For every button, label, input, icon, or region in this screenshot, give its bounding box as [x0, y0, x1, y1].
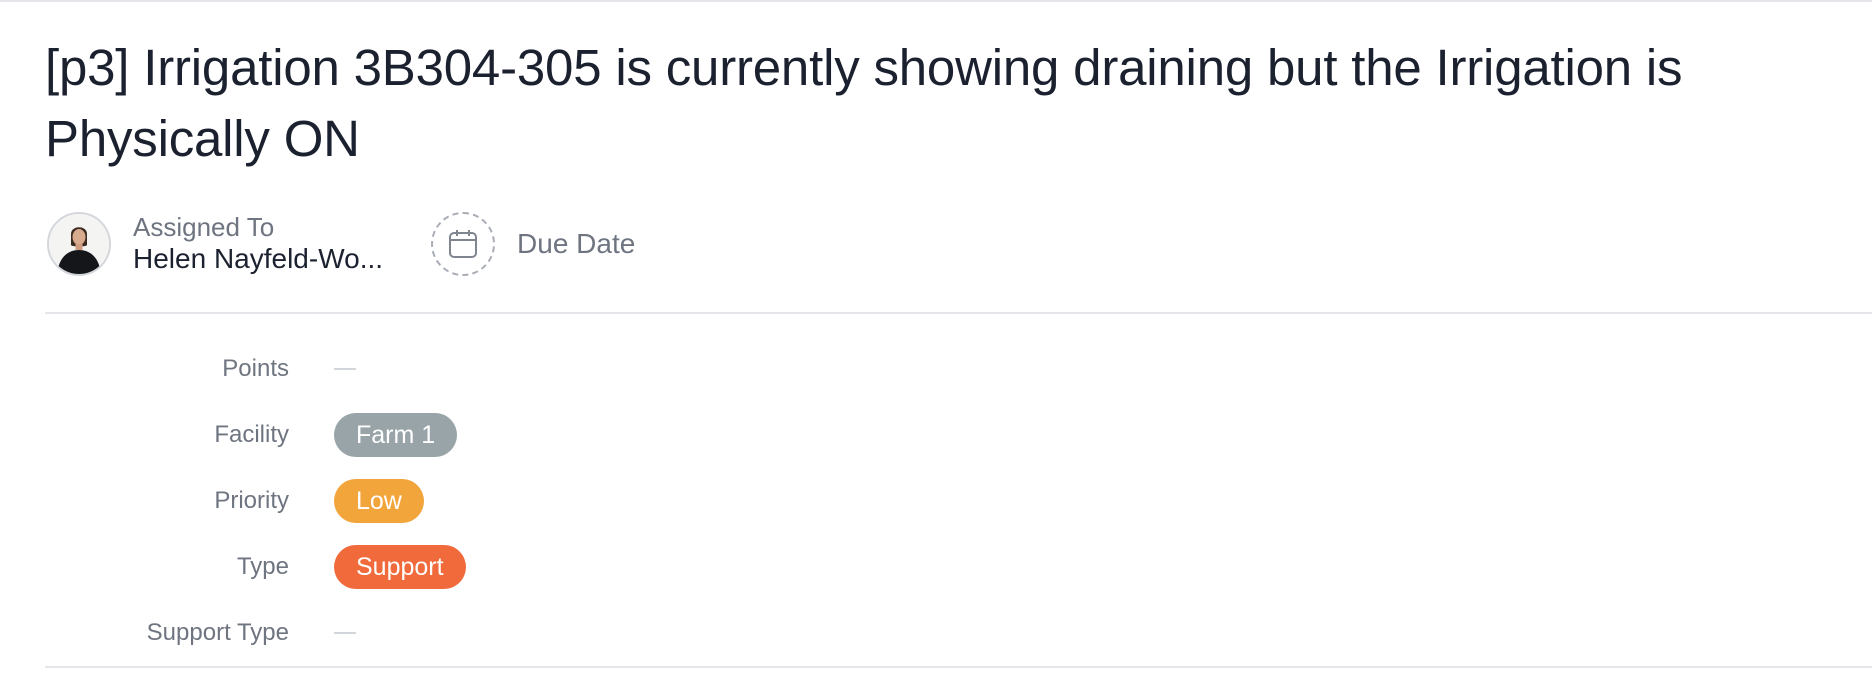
section-divider: [45, 312, 1872, 314]
task-meta-row: Assigned To Helen Nayfeld-Wo... Due Date: [47, 210, 635, 278]
empty-value-dash[interactable]: [334, 368, 356, 370]
avatar[interactable]: [47, 212, 111, 276]
assignee-name: Helen Nayfeld-Wo...: [133, 243, 384, 274]
calendar-icon[interactable]: [431, 212, 496, 276]
field-row-type: Type Support: [0, 534, 1872, 600]
type-value: Support: [334, 545, 466, 589]
field-row-priority: Priority Low: [0, 468, 1872, 534]
field-row-support-type: Support Type: [0, 600, 1872, 666]
section-divider-bottom: [45, 666, 1872, 668]
due-date-selector[interactable]: Due Date: [431, 212, 635, 276]
top-divider: [0, 0, 1872, 2]
assignee-selector[interactable]: Assigned To Helen Nayfeld-Wo...: [47, 212, 383, 276]
due-date-label: Due Date: [517, 228, 636, 259]
points-value[interactable]: [334, 368, 356, 370]
type-label: Type: [236, 553, 289, 580]
priority-tag[interactable]: Low: [334, 479, 424, 523]
assigned-to-label: Assigned To: [133, 212, 275, 242]
field-row-facility: Facility Farm 1: [0, 402, 1872, 468]
facility-label: Facility: [214, 421, 289, 448]
support-type-label: Support Type: [146, 619, 289, 646]
task-title[interactable]: [p3] Irrigation 3B304-305 is currently s…: [45, 32, 1845, 174]
points-label: Points: [222, 355, 289, 382]
priority-value: Low: [334, 479, 424, 523]
priority-label: Priority: [214, 487, 289, 514]
empty-value-dash[interactable]: [334, 632, 356, 634]
facility-value: Farm 1: [334, 413, 458, 457]
task-fields: Points Facility Farm 1 Priority Low Type…: [0, 336, 1872, 666]
type-tag[interactable]: Support: [334, 545, 466, 589]
assignee-text: Assigned To Helen Nayfeld-Wo...: [133, 212, 383, 276]
support-type-value[interactable]: [334, 632, 356, 634]
facility-tag[interactable]: Farm 1: [334, 413, 458, 457]
field-row-points: Points: [0, 336, 1872, 402]
